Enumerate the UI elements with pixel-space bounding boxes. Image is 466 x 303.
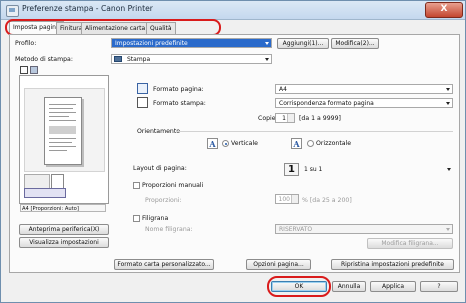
chevron-down-icon xyxy=(265,58,269,61)
window-title: Preferenze stampa - Canon Printer xyxy=(22,4,153,13)
scaling-range: % [da 25 a 200] xyxy=(302,197,352,204)
cancel-button[interactable]: Annulla xyxy=(332,281,366,292)
scaling-value: 100 xyxy=(278,196,290,203)
watermark-name-label: Nome filigrana: xyxy=(145,226,193,233)
add-profile-button[interactable]: Aggiungi(1)... xyxy=(277,38,329,49)
profile-label: Profilo: xyxy=(15,40,37,47)
output-size-value: Corrispondenza formato pagina xyxy=(279,100,374,107)
title-bar: Preferenze stampa - Canon Printer X xyxy=(1,1,465,20)
layout-select[interactable]: 1 su 1 xyxy=(301,165,453,175)
portrait-radio[interactable] xyxy=(222,140,229,147)
output-size-label: Formato stampa: xyxy=(153,100,206,107)
view-settings-button[interactable]: Visualizza impostazioni xyxy=(19,237,109,248)
edit-watermark-button[interactable]: Modifica filigrana... xyxy=(367,238,453,249)
print-preferences-window: Preferenze stampa - Canon Printer X Impo… xyxy=(0,0,466,303)
page-size-select[interactable]: A4 xyxy=(275,84,453,94)
help-button[interactable]: ? xyxy=(420,281,458,292)
orientation-label: Orientamento xyxy=(137,128,181,135)
scaling-stepper[interactable]: 100 xyxy=(275,194,299,204)
output-method-label: Metodo di stampa: xyxy=(15,56,73,63)
duplex-icon xyxy=(24,188,66,198)
page-size-label: Formato pagina: xyxy=(153,86,204,93)
apply-button[interactable]: Applica xyxy=(370,281,416,292)
chevron-down-icon xyxy=(446,102,450,105)
orientation-divider xyxy=(176,131,453,132)
output-method-select[interactable]: Stampa xyxy=(111,54,272,64)
close-button[interactable]: X xyxy=(425,2,463,18)
page-size-icon xyxy=(137,83,148,94)
printer-icon xyxy=(6,5,19,17)
custom-paper-size-button[interactable]: Formato carta personalizzato... xyxy=(114,259,214,270)
layout-icon: 1 xyxy=(284,163,299,176)
landscape-icon: A xyxy=(291,138,302,149)
preview-mode-icon[interactable] xyxy=(20,66,28,74)
watermark-select[interactable]: RISERVATO xyxy=(275,224,453,234)
layout-value: 1 su 1 xyxy=(304,166,323,173)
preview-caption: A4 [Proporzioni: Auto] xyxy=(20,204,106,212)
profile-select[interactable]: Impostazioni predefinite xyxy=(111,38,272,48)
layout-label: Layout di pagina: xyxy=(133,165,187,172)
page-preview xyxy=(19,75,109,204)
chevron-down-icon xyxy=(446,228,450,231)
copies-range: [da 1 a 9999] xyxy=(299,115,341,122)
preview-page xyxy=(44,97,82,165)
ok-highlight-annotation xyxy=(267,276,331,297)
portrait-label: Verticale xyxy=(231,140,258,147)
copies-value: 1 xyxy=(282,115,286,122)
watermark-value: RISERVATO xyxy=(279,226,313,233)
manual-scaling-label: Proporzioni manuali xyxy=(142,182,204,189)
landscape-radio[interactable] xyxy=(307,140,314,147)
restore-defaults-button[interactable]: Ripristina impostazioni predefinite xyxy=(331,259,454,270)
page-size-value: A4 xyxy=(279,86,287,93)
printer-view-icon[interactable] xyxy=(30,66,38,74)
edit-profile-button[interactable]: Modifica(2)... xyxy=(331,38,379,49)
portrait-icon: A xyxy=(207,138,218,149)
chevron-down-icon xyxy=(265,42,269,45)
chevron-down-icon xyxy=(447,168,451,171)
chevron-down-icon xyxy=(446,88,450,91)
copies-stepper[interactable]: 1 xyxy=(275,113,295,123)
profile-value: Impostazioni predefinite xyxy=(115,40,188,47)
page-options-button[interactable]: Opzioni pagina... xyxy=(246,259,311,270)
print-icon xyxy=(114,56,122,62)
scaling-label: Proporzioni: xyxy=(145,197,182,204)
watermark-checkbox[interactable] xyxy=(133,215,140,222)
output-size-select[interactable]: Corrispondenza formato pagina xyxy=(275,98,453,108)
output-size-icon xyxy=(137,97,148,108)
watermark-label: Filigrana xyxy=(142,215,169,222)
manual-scaling-checkbox[interactable] xyxy=(133,182,140,189)
preview-image-block xyxy=(49,126,76,134)
output-method-value: Stampa xyxy=(127,56,151,63)
peripheral-preview-button[interactable]: Anteprima periferica(X) xyxy=(19,224,109,235)
preview-area xyxy=(24,88,105,172)
landscape-label: Orizzontale xyxy=(316,140,352,147)
